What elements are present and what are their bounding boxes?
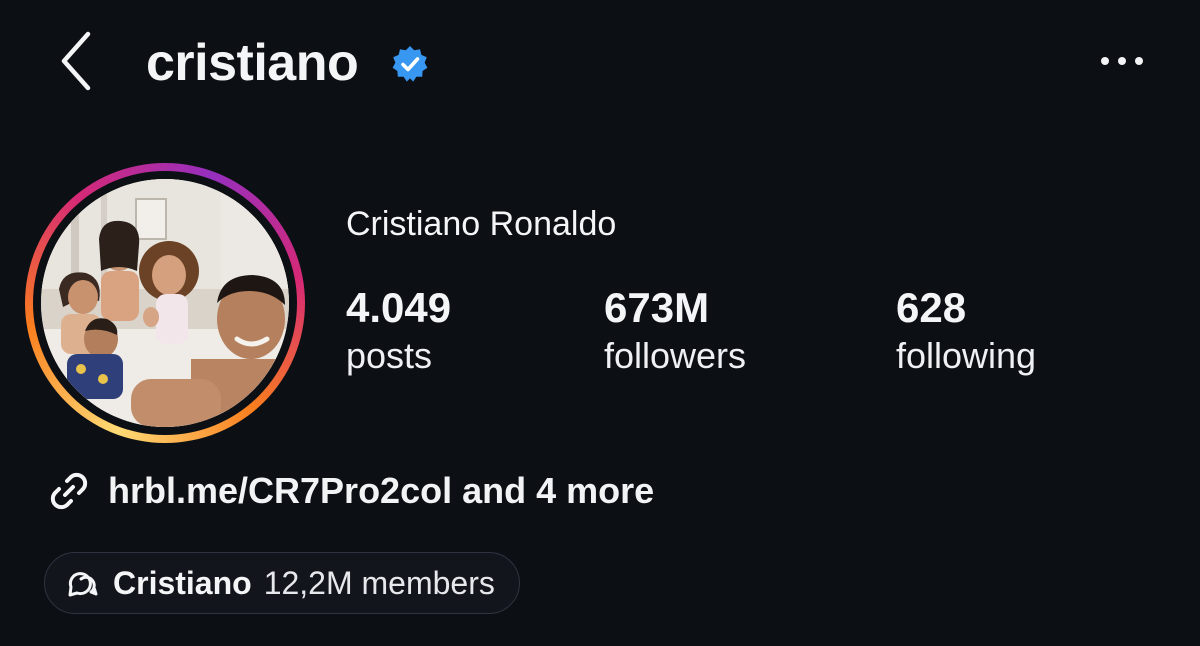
more-horizontal-icon	[1101, 57, 1143, 65]
posts-label: posts	[346, 335, 433, 376]
verified-badge-icon	[390, 44, 430, 84]
following-label: following	[896, 335, 1037, 376]
more-options-button[interactable]	[1092, 44, 1152, 78]
back-button[interactable]	[52, 28, 102, 94]
chevron-left-icon	[61, 31, 91, 91]
avatar-photo-illustration	[41, 179, 289, 427]
channel-member-count: 12,2M members	[263, 564, 495, 601]
broadcast-channel-button[interactable]: Cristiano 12,2M members	[44, 552, 520, 614]
username-title: cristiano	[146, 34, 359, 92]
bio-link[interactable]: hrbl.me/CR7Pro2col and 4 more	[44, 466, 654, 516]
broadcast-channel-icon	[68, 572, 98, 597]
following-count: 628	[896, 284, 967, 331]
stat-followers[interactable]: 673M followers	[604, 282, 746, 378]
followers-label: followers	[604, 335, 747, 376]
bio-link-text: hrbl.me/CR7Pro2col and 4 more	[108, 470, 655, 511]
display-name: Cristiano Ronaldo	[346, 205, 617, 243]
channel-name: Cristiano	[113, 564, 252, 601]
stat-following[interactable]: 628 following	[896, 282, 1036, 378]
posts-count: 4.049	[346, 284, 452, 331]
followers-count: 673M	[604, 284, 710, 331]
stat-posts[interactable]: 4.049 posts	[346, 282, 451, 378]
avatar[interactable]	[41, 179, 289, 427]
link-icon	[50, 472, 88, 510]
